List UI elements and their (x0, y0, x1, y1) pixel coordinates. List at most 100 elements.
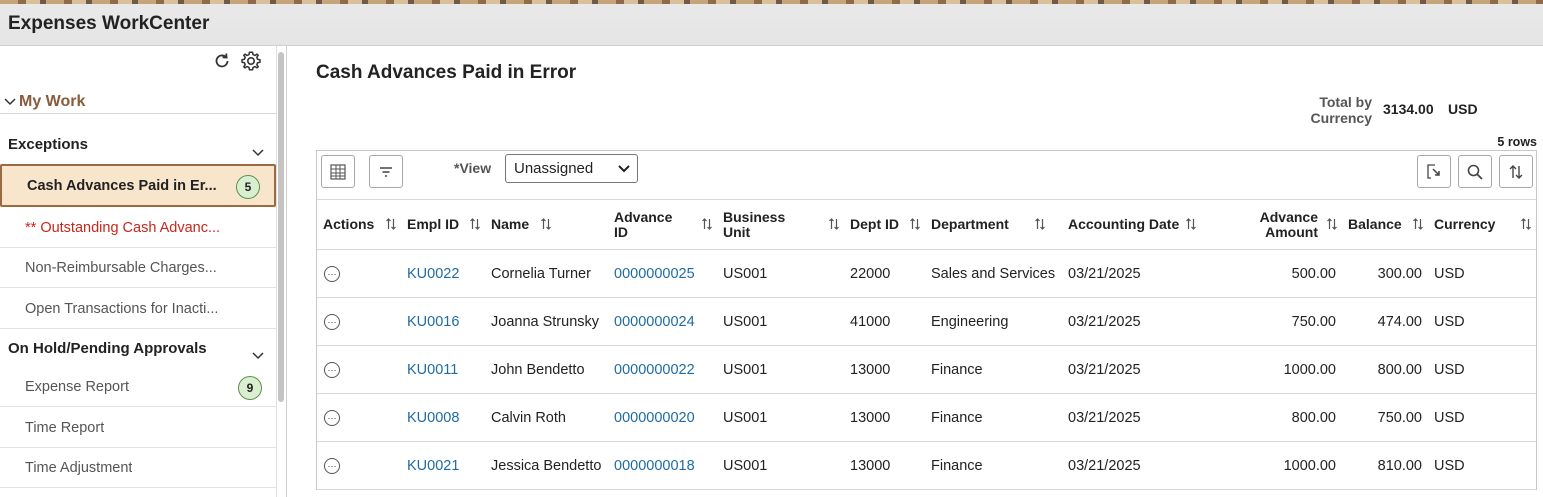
table-row: ··· KU0011 John Bendetto 0000000022 US00… (317, 345, 1536, 394)
table-row: ··· KU0016 Joanna Strunsky 0000000024 US… (317, 297, 1536, 346)
chevron-down-icon (4, 97, 16, 105)
sort-arrows-icon (1035, 218, 1045, 230)
currency-cell: USD (1428, 441, 1536, 490)
nav-item-non-reimbursable-charges[interactable]: Non-Reimbursable Charges... (0, 248, 276, 288)
nav-item-open-transactions[interactable]: Open Transactions for Inacti... (0, 289, 276, 329)
sort-button[interactable] (1499, 155, 1533, 188)
column-header-currency[interactable]: Currency (1428, 199, 1536, 250)
table-header-row: Actions Empl ID Name Advance ID Business… (317, 199, 1536, 250)
section-on-hold-pending-approvals[interactable]: On Hold/Pending Approvals (0, 330, 276, 367)
search-icon (1467, 164, 1483, 180)
personalize-columns-button[interactable] (321, 155, 355, 188)
column-header-department[interactable]: Department (925, 199, 1062, 250)
nav-item-expense-report[interactable]: Expense Report 9 (0, 367, 276, 407)
department-cell: Sales and Services (925, 249, 1062, 298)
name-cell: Cornelia Turner (485, 249, 608, 298)
balance-cell: 750.00 (1342, 393, 1428, 442)
column-header-balance[interactable]: Balance (1342, 199, 1428, 250)
advance-id-link[interactable]: 0000000020 (614, 410, 695, 426)
row-actions-icon[interactable]: ··· (324, 362, 340, 378)
accounting-date-cell: 03/21/2025 (1062, 393, 1204, 442)
column-header-accounting-date[interactable]: Accounting Date (1062, 199, 1204, 250)
currency-cell: USD (1428, 345, 1536, 394)
my-work-label: My Work (19, 92, 86, 110)
view-label: *View (454, 160, 492, 176)
column-header-advance-id[interactable]: Advance ID (608, 199, 717, 250)
department-cell: Finance (925, 441, 1062, 490)
name-cell: Joanna Strunsky (485, 297, 608, 346)
accounting-date-cell: 03/21/2025 (1062, 249, 1204, 298)
search-button[interactable] (1458, 155, 1492, 188)
chevron-down-icon (252, 352, 264, 360)
name-cell: Jessica Bendetto (485, 441, 608, 490)
grid-columns-icon (330, 163, 346, 180)
nav-item-label: Cash Advances Paid in Er... (27, 177, 217, 194)
filter-icon (380, 166, 392, 177)
cash-advances-table: Actions Empl ID Name Advance ID Business… (317, 199, 1536, 490)
refresh-icon[interactable] (211, 50, 233, 72)
table-row: ··· KU0021 Jessica Bendetto 0000000018 U… (317, 441, 1536, 490)
balance-cell: 800.00 (1342, 345, 1428, 394)
sort-arrows-icon (386, 218, 396, 230)
view-selected-value: Unassigned (514, 160, 594, 177)
export-icon (1427, 163, 1440, 179)
page-title: Cash Advances Paid in Error (316, 62, 577, 83)
gear-icon[interactable] (240, 50, 262, 72)
currency-cell: USD (1428, 249, 1536, 298)
column-header-advance-amount[interactable]: Advance Amount (1204, 199, 1342, 250)
column-header-business-unit[interactable]: Business Unit (717, 199, 844, 250)
export-button[interactable] (1417, 155, 1451, 188)
empl-id-link[interactable]: KU0022 (407, 266, 459, 282)
sort-arrows-icon (1327, 218, 1337, 230)
nav-item-cash-advances-paid-in-error[interactable]: Cash Advances Paid in Er... 5 (0, 164, 276, 207)
advance-id-link[interactable]: 0000000022 (614, 362, 695, 378)
accounting-date-cell: 03/21/2025 (1062, 345, 1204, 394)
column-header-actions[interactable]: Actions (317, 199, 401, 250)
section-exceptions[interactable]: Exceptions (0, 125, 276, 163)
advance-id-link[interactable]: 0000000024 (614, 314, 695, 330)
empl-id-link[interactable]: KU0011 (407, 362, 458, 378)
advance-amount-cell: 1000.00 (1204, 441, 1342, 490)
advance-amount-cell: 750.00 (1204, 297, 1342, 346)
row-actions-icon[interactable]: ··· (324, 458, 340, 474)
left-panel-scrollbar[interactable] (278, 52, 284, 402)
business-unit-cell: US001 (717, 441, 844, 490)
column-header-empl-id[interactable]: Empl ID (401, 199, 485, 250)
my-work-header[interactable]: My Work (0, 90, 276, 114)
nav-item-outstanding-cash-advances[interactable]: ** Outstanding Cash Advanc... (0, 208, 276, 248)
filter-button[interactable] (369, 155, 403, 188)
empl-id-link[interactable]: KU0008 (407, 410, 459, 426)
chevron-down-icon (252, 149, 264, 157)
total-currency: USD (1448, 101, 1478, 117)
count-badge: 9 (238, 376, 262, 400)
table-row: ··· KU0022 Cornelia Turner 0000000025 US… (317, 249, 1536, 298)
dept-id-cell: 41000 (844, 297, 925, 346)
column-header-name[interactable]: Name (485, 199, 608, 250)
sort-arrows-icon (1413, 218, 1423, 230)
header-decoration (0, 0, 1543, 4)
empl-id-link[interactable]: KU0016 (407, 314, 459, 330)
total-by-currency-label: Total by Currency (1310, 94, 1372, 126)
column-header-dept-id[interactable]: Dept ID (844, 199, 925, 250)
empl-id-link[interactable]: KU0021 (407, 458, 459, 474)
nav-item-label: Time Report (25, 419, 105, 436)
section-title: Exceptions (8, 135, 89, 153)
accounting-date-cell: 03/21/2025 (1062, 441, 1204, 490)
nav-item-time-adjustment[interactable]: Time Adjustment (0, 448, 276, 488)
nav-item-label: Open Transactions for Inacti... (25, 300, 219, 317)
dept-id-cell: 13000 (844, 441, 925, 490)
chevron-down-icon (618, 165, 630, 173)
sort-arrows-icon (541, 218, 551, 230)
advance-id-link[interactable]: 0000000018 (614, 458, 695, 474)
row-actions-icon[interactable]: ··· (324, 314, 340, 330)
app-title: Expenses WorkCenter (8, 13, 210, 34)
sort-arrows-icon (1521, 218, 1531, 230)
nav-item-label: Non-Reimbursable Charges... (25, 259, 217, 276)
view-select[interactable]: Unassigned (505, 154, 638, 183)
row-actions-icon[interactable]: ··· (324, 266, 340, 282)
currency-cell: USD (1428, 393, 1536, 442)
business-unit-cell: US001 (717, 345, 844, 394)
advance-id-link[interactable]: 0000000025 (614, 266, 695, 282)
nav-item-time-report[interactable]: Time Report (0, 408, 276, 448)
row-actions-icon[interactable]: ··· (324, 410, 340, 426)
